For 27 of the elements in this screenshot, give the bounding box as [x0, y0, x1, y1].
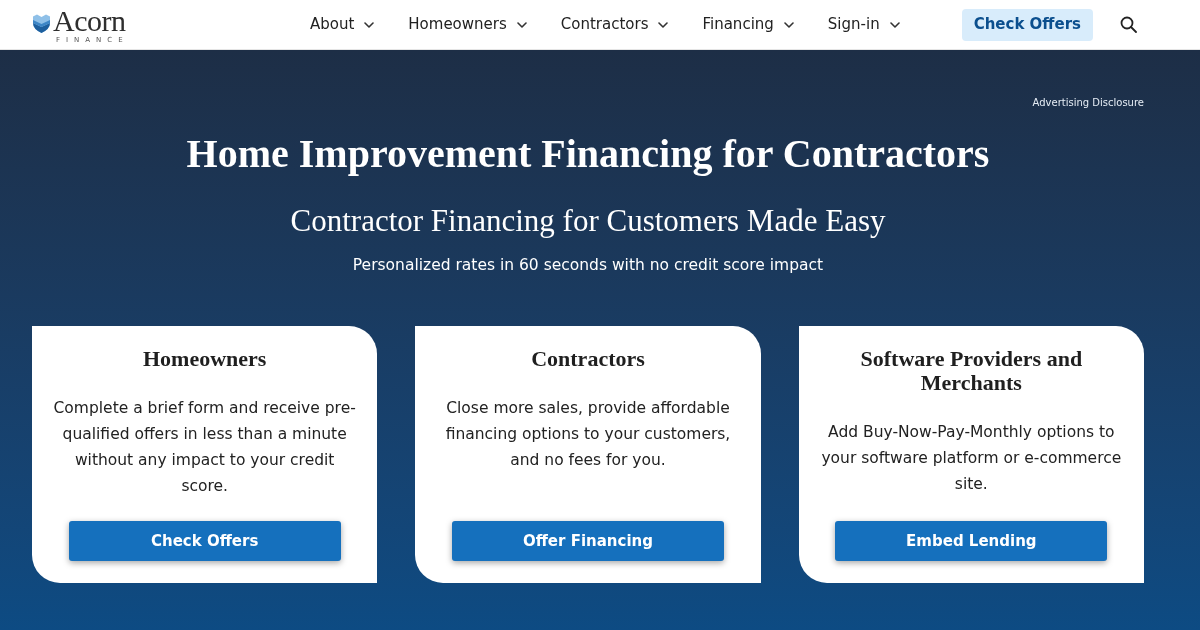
chevron-down-icon: [889, 21, 900, 28]
hero-subtitle: Contractor Financing for Customers Made Easy: [289, 203, 887, 239]
chevron-down-icon: [783, 21, 794, 28]
logo-wordmark[interactable]: Acorn: [53, 5, 126, 36]
card-title: Contractors: [530, 347, 646, 371]
card-description: Close more sales, provide affordable financing options to your customers, and no fees for you.: [444, 398, 732, 471]
shield-logo-icon: [33, 13, 50, 33]
hero-title: Home Improvement Financing for Contractors: [185, 131, 991, 177]
chevron-down-icon: [516, 21, 527, 28]
nav-menu-item[interactable]: About: [309, 13, 375, 36]
card-description: Add Buy-Now-Pay-Monthly options to your software platform or e-commerce site.: [820, 422, 1123, 495]
card-action-button[interactable]: Check Offers: [68, 521, 341, 561]
card-title: Software Providers and Merchants: [859, 347, 1084, 395]
nav-menu-item[interactable]: Contractors: [560, 13, 669, 36]
chevron-down-icon: [658, 21, 669, 28]
card-title: Homeowners: [141, 347, 268, 371]
nav-menu-item[interactable]: Financing: [702, 13, 794, 36]
card-action-button[interactable]: Embed Lending: [835, 521, 1108, 561]
chevron-down-icon: [364, 21, 375, 28]
advertising-disclosure-link[interactable]: Advertising Disclosure: [1032, 96, 1144, 110]
nav-menu-item[interactable]: Sign-in: [827, 13, 900, 36]
nav-menu-item[interactable]: Homeowners: [408, 13, 527, 36]
check-offers-button[interactable]: Check Offers: [961, 8, 1093, 41]
search-icon[interactable]: [1120, 16, 1137, 33]
card-description: Complete a brief form and receive pre-qualified offers in less than a minute without any impact to your credit score.: [52, 398, 357, 497]
hero-tagline: Personalized rates in 60 seconds with no credit score impact: [351, 255, 825, 276]
card-action-button[interactable]: Offer Financing: [452, 521, 724, 561]
